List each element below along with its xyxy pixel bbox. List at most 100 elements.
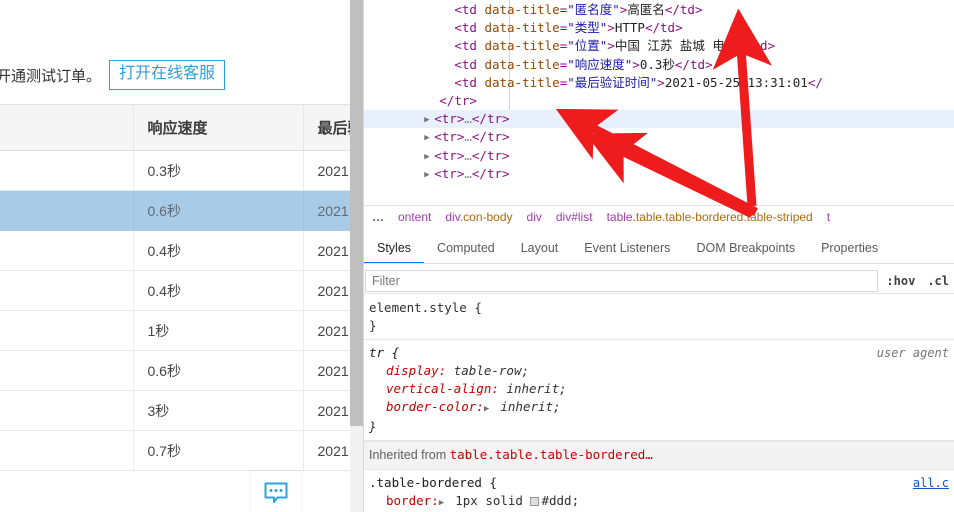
dom-node-tr-collapsed[interactable]: ▶ <tr>…</tr> bbox=[364, 128, 954, 146]
chat-bubble-icon bbox=[264, 482, 288, 503]
declaration-border[interactable]: border: ▶ 1px solid #ddd; bbox=[369, 492, 954, 512]
breadcrumb-item-0[interactable]: … bbox=[364, 210, 391, 224]
breadcrumb-item-2[interactable]: div.con-body bbox=[438, 210, 519, 224]
dom-node-close-tr[interactable]: </tr> bbox=[364, 92, 954, 110]
page-vertical-scrollbar-thumb[interactable] bbox=[350, 0, 363, 426]
tab-styles[interactable]: Styles bbox=[364, 236, 425, 263]
table-cell-2: 2021 bbox=[303, 310, 350, 351]
proxy-list-table: 响应速度 最后验 0.3秒20210.6秒20210.4秒20210.4秒202… bbox=[0, 104, 350, 471]
element-style-selector: element.style { bbox=[369, 300, 482, 315]
breadcrumb-item-3[interactable]: div bbox=[520, 210, 549, 224]
table-cell-0 bbox=[0, 310, 134, 351]
dom-node-tr-collapsed[interactable]: ▶ <tr>…</tr> bbox=[364, 147, 954, 165]
table-cell-1: 0.3秒 bbox=[133, 150, 304, 191]
table-cell-2: 2021 bbox=[303, 390, 350, 431]
dom-node-td[interactable]: <td data-title="最后验证时间">2021-05-25 13:31… bbox=[364, 74, 954, 92]
rule-table-bordered[interactable]: all.c .table-bordered { border: ▶ 1px so… bbox=[364, 470, 954, 512]
table-row[interactable]: 1秒 2021 bbox=[0, 310, 350, 351]
declaration-vertical-align[interactable]: vertical-align: inherit; bbox=[369, 380, 954, 398]
table-cell-2: 2021 bbox=[303, 270, 350, 311]
table-row[interactable]: 0.6秒 2021 bbox=[0, 350, 350, 391]
dom-node-td[interactable]: <td data-title="响应速度">0.3秒</td> bbox=[364, 56, 954, 74]
dom-node-td[interactable]: <td data-title="类型">HTTP</td> bbox=[364, 19, 954, 37]
styles-filter-row: :hov .cl bbox=[364, 268, 954, 294]
devtools-sidebar-tabstrip[interactable]: Styles Computed Layout Event Listeners DOM B… bbox=[364, 236, 954, 264]
rule-tr-selector[interactable]: tr { bbox=[369, 344, 954, 362]
table-header-row: 响应速度 最后验 bbox=[0, 104, 350, 151]
styles-filter-input[interactable] bbox=[365, 269, 879, 292]
chat-widget-button[interactable] bbox=[251, 471, 301, 512]
table-cell-0 bbox=[0, 430, 134, 471]
table-row[interactable]: 0.7秒 2021 bbox=[0, 430, 350, 471]
rule-tr-origin: user agent bbox=[876, 346, 949, 360]
tab-properties[interactable]: Properties bbox=[808, 236, 891, 263]
rule-table-bordered-selector[interactable]: .table-bordered { bbox=[369, 474, 954, 492]
rule-table-bordered-declarations: border: ▶ 1px solid #ddd; bbox=[369, 492, 954, 512]
dom-expand-twisty-icon[interactable]: ▶ bbox=[424, 129, 434, 147]
dom-node-td[interactable]: <td data-title="匿名度">高匿名</td> bbox=[364, 1, 954, 19]
open-online-service-button[interactable]: 打开在线客服 bbox=[109, 60, 226, 90]
tab-event-listeners[interactable]: Event Listeners bbox=[571, 236, 683, 263]
web-page-panel: 开通测试订单。 打开在线客服 响应速度 最后验 0.3秒20210.6秒2021… bbox=[0, 0, 350, 512]
tab-layout[interactable]: Layout bbox=[508, 236, 572, 263]
table-cell-1: 0.4秒 bbox=[133, 270, 304, 311]
proxy-table-body: 0.3秒 2021 0.6秒 2021 0.4秒 2021 0.4秒 2021 1秒 2021 0.… bbox=[0, 150, 350, 471]
dom-node-td[interactable]: <td data-title="位置">中国 江苏 盐城 电信</td> bbox=[364, 37, 954, 55]
inherited-from-label: Inherited from bbox=[369, 448, 447, 462]
table-row[interactable]: 0.4秒 2021 bbox=[0, 270, 350, 311]
table-cell-1: 1秒 bbox=[133, 310, 304, 351]
table-cell-1: 0.6秒 bbox=[133, 190, 304, 231]
toggle-element-classes-button[interactable]: .cl bbox=[921, 274, 954, 288]
table-cell-0 bbox=[0, 390, 134, 431]
table-cell-1: 0.4秒 bbox=[133, 230, 304, 271]
dom-expand-twisty-icon[interactable]: ▶ bbox=[424, 111, 434, 129]
table-cell-0 bbox=[0, 150, 134, 191]
column-header-response-speed[interactable]: 响应速度 bbox=[133, 104, 304, 151]
dom-expand-twisty-icon[interactable]: ▶ bbox=[424, 148, 434, 166]
table-cell-2: 2021 bbox=[303, 430, 350, 471]
table-cell-2: 2021 bbox=[303, 350, 350, 391]
inherited-from-header: Inherited from table.table.table-bordere… bbox=[364, 441, 954, 470]
table-cell-1: 3秒 bbox=[133, 390, 304, 431]
breadcrumb-item-5[interactable]: table.table.table-bordered.table-striped bbox=[600, 210, 820, 224]
dom-breadcrumb[interactable]: … ontent div.con-body div div#list table.tabl… bbox=[364, 205, 954, 228]
notice-bar: 开通测试订单。 打开在线客服 bbox=[0, 52, 350, 98]
breadcrumb-item-1[interactable]: ontent bbox=[391, 210, 438, 224]
dom-tree-view[interactable]: <td data-title="匿名度">高匿名</td> <td data-t… bbox=[364, 0, 954, 205]
table-cell-1: 0.6秒 bbox=[133, 350, 304, 391]
devtools-panel: <td data-title="匿名度">高匿名</td> <td data-t… bbox=[363, 0, 954, 512]
styles-pane: element.style { } user agent tr { displa… bbox=[364, 295, 954, 512]
toggle-pseudo-hov-button[interactable]: :hov bbox=[880, 274, 921, 288]
rule-tr-close: } bbox=[369, 419, 377, 434]
dom-expand-twisty-icon[interactable]: ▶ bbox=[424, 166, 434, 184]
breadcrumb-item-6[interactable]: t bbox=[820, 210, 837, 224]
declaration-display[interactable]: display: table-row; bbox=[369, 362, 954, 380]
dom-node-tr-collapsed[interactable]: ▶ <tr>…</tr> bbox=[364, 110, 954, 129]
rule-tr[interactable]: user agent tr { display: table-row; verti… bbox=[364, 340, 954, 441]
table-row[interactable]: 0.3秒 2021 bbox=[0, 150, 350, 191]
table-cell-0 bbox=[0, 190, 134, 231]
table-row[interactable]: 0.6秒 2021 bbox=[0, 190, 350, 231]
table-cell-2: 2021 bbox=[303, 190, 350, 231]
dom-node-tr-collapsed[interactable]: ▶ <tr>…</tr> bbox=[364, 165, 954, 183]
notice-text: 开通测试订单。 bbox=[0, 67, 102, 85]
table-row[interactable]: 3秒 2021 bbox=[0, 390, 350, 431]
table-row[interactable]: 0.4秒 2021 bbox=[0, 230, 350, 271]
rule-element-style[interactable]: element.style { } bbox=[364, 295, 954, 340]
rule-table-bordered-origin-link[interactable]: all.c bbox=[913, 474, 949, 492]
tab-computed[interactable]: Computed bbox=[424, 236, 508, 263]
table-cell-2: 2021 bbox=[303, 230, 350, 271]
table-cell-2: 2021 bbox=[303, 150, 350, 191]
column-header-blank[interactable] bbox=[0, 104, 134, 151]
element-style-close: } bbox=[369, 318, 377, 333]
breadcrumb-item-4[interactable]: div#list bbox=[549, 210, 600, 224]
color-swatch-icon[interactable] bbox=[530, 497, 540, 506]
column-header-last-verified[interactable]: 最后验 bbox=[303, 104, 350, 151]
table-cell-0 bbox=[0, 230, 134, 271]
table-cell-0 bbox=[0, 350, 134, 391]
table-cell-1: 0.7秒 bbox=[133, 430, 304, 471]
tab-dom-breakpoints[interactable]: DOM Breakpoints bbox=[683, 236, 808, 263]
table-cell-0 bbox=[0, 270, 134, 311]
inherited-from-selector[interactable]: table.table.table-bordered… bbox=[450, 447, 653, 462]
declaration-border-color[interactable]: border-color: ▶ inherit; bbox=[369, 398, 954, 418]
